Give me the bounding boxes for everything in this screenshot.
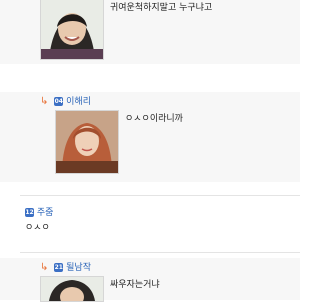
divider bbox=[20, 252, 300, 253]
avatar[interactable] bbox=[55, 110, 119, 174]
nickname-link[interactable]: 이해리 bbox=[66, 97, 91, 107]
divider bbox=[20, 195, 300, 196]
avatar[interactable] bbox=[40, 276, 104, 302]
reply-arrow-icon: ↳ bbox=[40, 96, 49, 107]
avatar[interactable] bbox=[40, 0, 104, 60]
comment-header: ↳ 04 이해리 bbox=[40, 94, 91, 108]
comment-3: 12 주줌 ㅇㅅㅇ bbox=[0, 205, 300, 245]
level-icon: 12 bbox=[25, 208, 34, 217]
comment-text: ㅇㅅㅇ bbox=[25, 223, 50, 233]
level-icon: 04 bbox=[54, 97, 64, 106]
level-icon: 21 bbox=[54, 263, 64, 272]
nickname-link[interactable]: 될남작 bbox=[66, 263, 91, 273]
reply-comment-2: ↳ 04 이해리 ㅇㅅㅇ이라니까 bbox=[0, 92, 300, 182]
comment-header: 12 주줌 bbox=[25, 205, 54, 218]
comment-text: 싸우자는거냐 bbox=[110, 280, 160, 290]
comment-text: ㅇㅅㅇ이라니까 bbox=[125, 114, 183, 124]
reply-comment-1: 귀여운척하지말고 누구냐고 bbox=[0, 0, 300, 64]
reply-comment-4: ↳ 21 될남작 싸우자는거냐 bbox=[0, 258, 300, 302]
reply-arrow-icon: ↳ bbox=[40, 262, 49, 273]
nickname-link[interactable]: 주줌 bbox=[37, 208, 54, 218]
comment-header: ↳ 21 될남작 bbox=[40, 260, 91, 274]
comment-text: 귀여운척하지말고 누구냐고 bbox=[110, 3, 213, 13]
